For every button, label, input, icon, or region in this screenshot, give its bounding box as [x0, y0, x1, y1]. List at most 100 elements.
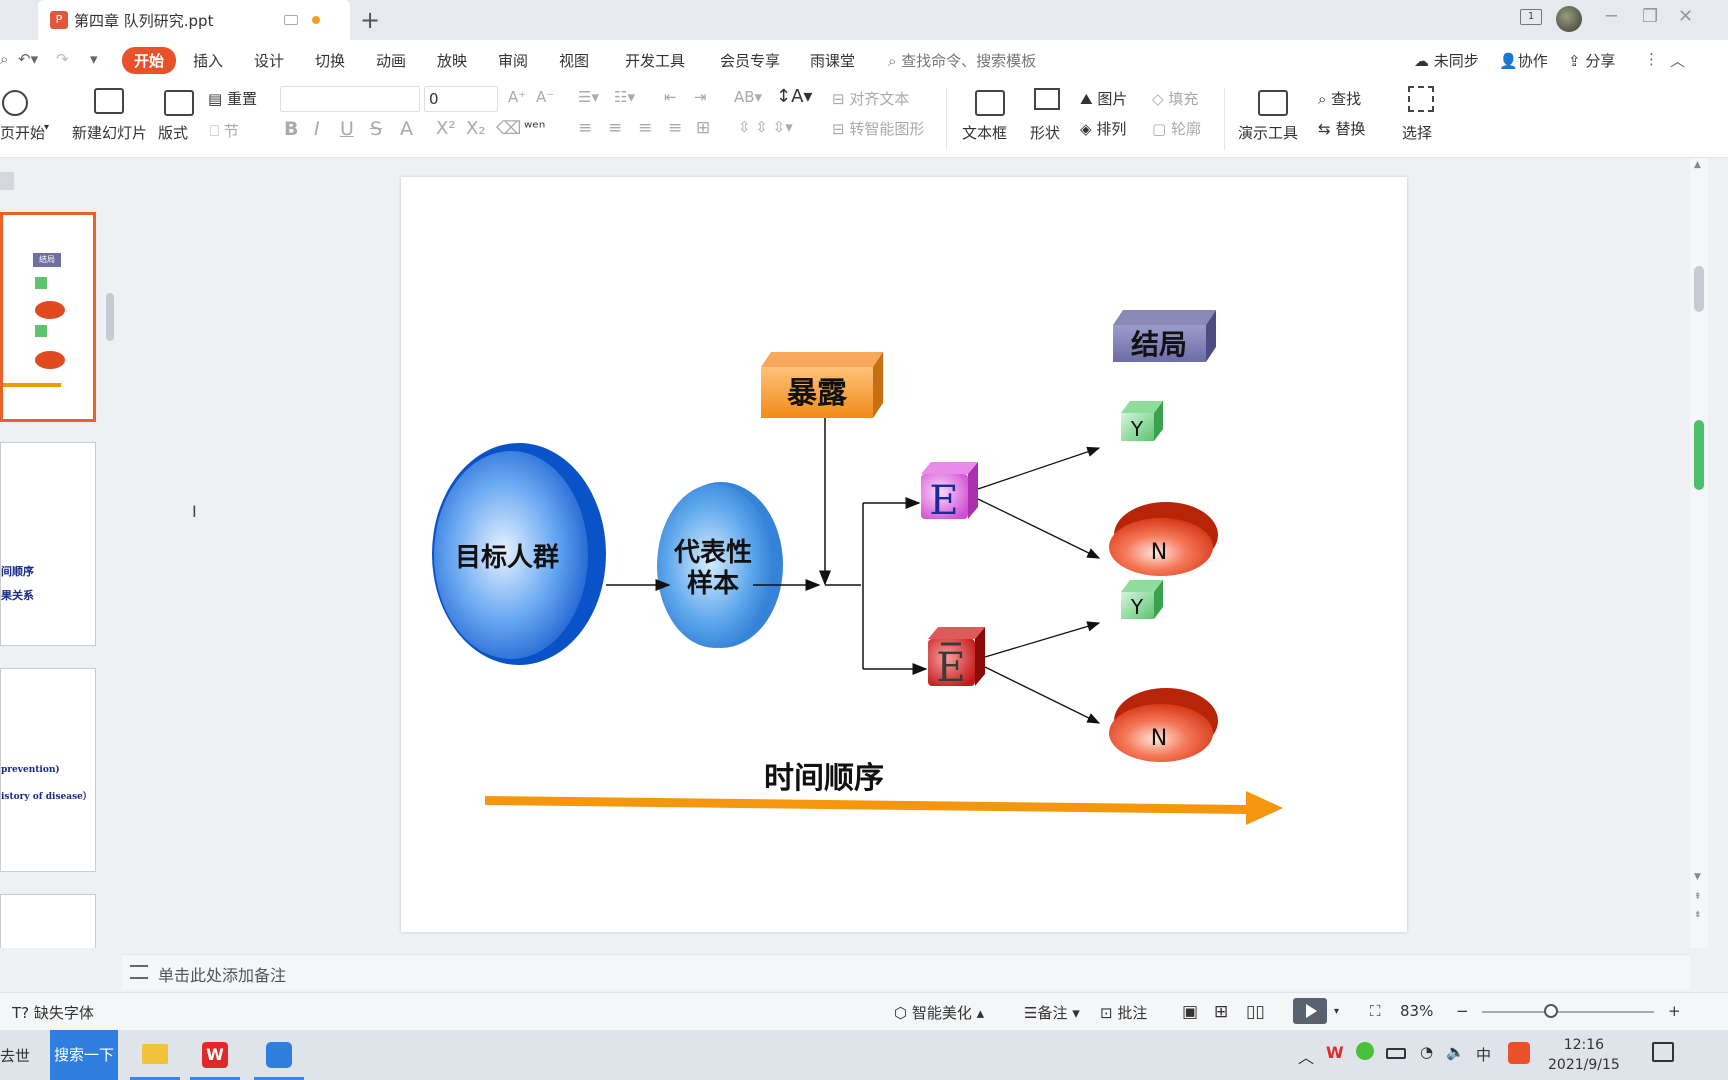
menu-view[interactable]: 视图: [559, 50, 589, 71]
system-clock[interactable]: 12:16 2021/9/15: [1548, 1035, 1620, 1075]
file-explorer-icon[interactable]: [130, 1030, 180, 1080]
font-family-select[interactable]: [280, 86, 420, 112]
increase-indent-icon[interactable]: ⇥: [694, 88, 707, 106]
notes-placeholder[interactable]: 单击此处添加备注: [158, 962, 286, 986]
slide-thumbnail-4[interactable]: [0, 894, 96, 948]
slide-thumbnail-panel[interactable]: 结局 间顺序 果关系 prevention) istory of disease…: [0, 158, 122, 948]
reset-button[interactable]: ▤ 重置: [208, 88, 257, 109]
reading-view-icon[interactable]: ▯▯: [1246, 1002, 1265, 1022]
close-icon[interactable]: ✕: [1678, 6, 1693, 27]
window-count-icon[interactable]: 1: [1520, 9, 1542, 25]
underline-icon[interactable]: U: [340, 118, 354, 140]
magnifier-icon[interactable]: ⌕: [0, 50, 8, 68]
taskbar-search-button[interactable]: 搜索一下: [50, 1030, 118, 1080]
restore-icon[interactable]: ❐: [1642, 6, 1658, 27]
share-button[interactable]: ⇪ 分享: [1568, 50, 1615, 71]
presentation-tools-icon[interactable]: [1258, 90, 1288, 116]
sort-icon[interactable]: ↕A▾: [776, 86, 812, 107]
document-tab[interactable]: P 第四章 队列研究.ppt: [38, 0, 350, 40]
text-direction-icon[interactable]: AB▾: [734, 88, 762, 106]
menu-home[interactable]: 开始: [122, 47, 177, 74]
slide-sorter-icon[interactable]: ⊞: [1214, 1002, 1228, 1022]
text-box-button[interactable]: 文本框: [962, 122, 1007, 143]
menu-membership[interactable]: 会员专享: [720, 50, 780, 71]
play-from-start-icon[interactable]: [2, 90, 28, 116]
zoom-in-icon[interactable]: +: [1668, 1002, 1681, 1020]
shape-button[interactable]: 形状: [1030, 122, 1060, 143]
battery-icon[interactable]: [1386, 1048, 1406, 1059]
smart-beautify-button[interactable]: ⬡ 智能美化 ▴: [894, 1002, 984, 1023]
command-search[interactable]: ⌕ 查找命令、搜索模板: [888, 50, 1036, 71]
fill-button[interactable]: ◇ 填充: [1152, 88, 1198, 109]
numbered-list-icon[interactable]: ☷▾: [614, 88, 635, 106]
superscript-icon[interactable]: X²: [436, 118, 456, 139]
section-button[interactable]: ⎕ 节: [210, 120, 239, 141]
fit-window-icon[interactable]: ⛶: [1370, 1002, 1381, 1020]
bullet-list-icon[interactable]: ☰▾: [578, 88, 599, 106]
shape-icon[interactable]: [1034, 88, 1060, 110]
dropdown-arrow-icon[interactable]: ▾: [44, 122, 49, 133]
scrollbar-thumb[interactable]: [1694, 266, 1704, 312]
redo-icon[interactable]: ↷: [56, 50, 69, 68]
select-icon[interactable]: [1408, 86, 1434, 112]
slide-thumbnail-2[interactable]: 间顺序 果关系: [0, 442, 96, 646]
menu-animation[interactable]: 动画: [376, 50, 406, 71]
missing-font-button[interactable]: T? 缺失字体: [12, 1002, 94, 1023]
outline-button[interactable]: ▢ 轮廓: [1152, 118, 1201, 139]
italic-icon[interactable]: I: [314, 118, 320, 140]
thumbnail-scrollbar[interactable]: [106, 293, 114, 341]
zoom-out-icon[interactable]: −: [1456, 1002, 1469, 1020]
justify-icon[interactable]: ≡: [668, 118, 682, 138]
new-tab-plus-icon[interactable]: +: [360, 6, 380, 34]
decrease-indent-icon[interactable]: ⇤: [664, 88, 677, 106]
monitor-icon[interactable]: [284, 15, 298, 25]
sync-status[interactable]: ☁ 未同步: [1414, 50, 1479, 71]
slide-thumbnail-current[interactable]: 结局: [0, 212, 96, 422]
avatar[interactable]: [1556, 6, 1582, 32]
zoom-level[interactable]: 83%: [1400, 1002, 1433, 1020]
line-spacing-icon[interactable]: ⇳ ⇳ ⇳▾: [738, 118, 793, 136]
menu-transition[interactable]: 切换: [315, 50, 345, 71]
minimize-icon[interactable]: ─: [1606, 6, 1617, 27]
align-right-icon[interactable]: ≡: [638, 118, 652, 138]
zoom-slider[interactable]: [1482, 1011, 1654, 1013]
presentation-tools-button[interactable]: 演示工具: [1238, 122, 1298, 143]
select-button[interactable]: 选择: [1402, 122, 1432, 143]
current-slide[interactable]: 目标人群 代表性 样本 暴露 结局 E E Y Y N N 时间顺序: [401, 177, 1407, 932]
subscript-icon[interactable]: X₂: [466, 118, 486, 139]
play-from-page-button[interactable]: 页开始: [0, 122, 45, 143]
wps-office-icon[interactable]: W: [190, 1030, 240, 1080]
strikethrough-icon[interactable]: S: [370, 118, 382, 140]
notes-pane[interactable]: 单击此处添加备注: [122, 954, 1690, 990]
panel-tab-handle[interactable]: [0, 172, 14, 190]
menu-insert[interactable]: 插入: [193, 50, 223, 71]
ime-indicator[interactable]: 中: [1476, 1044, 1491, 1065]
bold-icon[interactable]: B: [284, 118, 298, 140]
comment-button[interactable]: ⊡ 批注: [1100, 1002, 1147, 1023]
menu-rain-classroom[interactable]: 雨课堂: [810, 50, 855, 71]
security-tray-icon[interactable]: [1356, 1042, 1374, 1060]
arrange-button[interactable]: ◈ 排列: [1080, 118, 1126, 139]
picture-button[interactable]: ⛰ 图片: [1080, 88, 1127, 109]
menu-design[interactable]: 设计: [254, 50, 284, 71]
align-text-button[interactable]: ⊟ 对齐文本: [832, 88, 909, 109]
volume-icon[interactable]: 🔈: [1446, 1043, 1465, 1061]
scroll-down-icon[interactable]: ▼: [1694, 872, 1701, 882]
font-color-icon[interactable]: A: [400, 118, 413, 140]
slide-thumbnail-3[interactable]: prevention) istory of disease）: [0, 668, 96, 872]
smart-shape-button[interactable]: ⊟ 转智能图形: [832, 118, 924, 139]
wifi-icon[interactable]: ◔: [1420, 1043, 1433, 1061]
slide-editing-canvas[interactable]: I 目标人群 代表性 样本 暴露 结局 E E Y Y N N 时间顺序: [122, 158, 1690, 948]
shrink-font-icon[interactable]: A⁻: [536, 88, 554, 106]
sogou-ime-icon[interactable]: [1508, 1042, 1530, 1064]
text-box-icon[interactable]: [975, 90, 1005, 116]
scroll-up-icon[interactable]: ▲: [1694, 160, 1701, 170]
phonetic-guide-icon[interactable]: ʷᵉⁿ: [524, 118, 545, 137]
align-left-icon[interactable]: ≡: [578, 118, 592, 138]
normal-view-icon[interactable]: ▣: [1182, 1002, 1198, 1022]
grow-font-icon[interactable]: A⁺: [508, 88, 526, 106]
quick-access-dropdown-icon[interactable]: ▾: [90, 50, 98, 68]
tray-expand-icon[interactable]: ︿: [1298, 1044, 1314, 1068]
layout-button[interactable]: 版式: [158, 122, 188, 143]
play-slideshow-icon[interactable]: [1293, 998, 1327, 1024]
